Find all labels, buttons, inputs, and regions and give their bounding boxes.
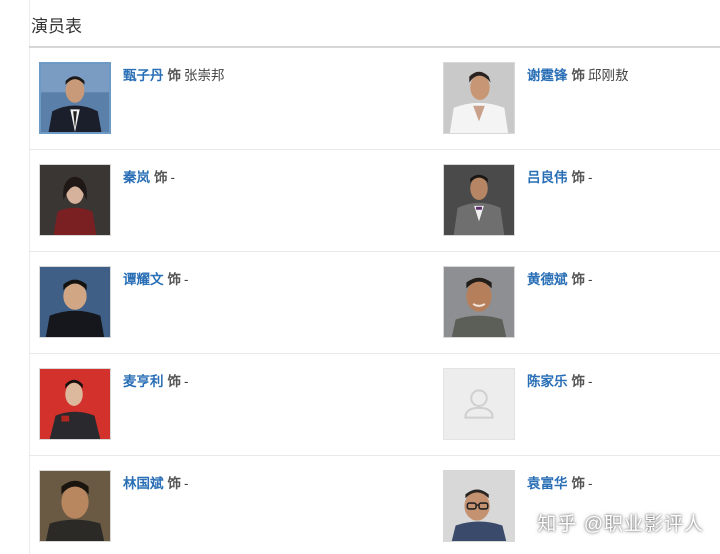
actor-photo[interactable] — [39, 266, 111, 338]
cast-row: 麦亨利饰 - 陈家乐饰 - — [29, 354, 720, 456]
cast-info: 麦亨利饰 - — [123, 370, 189, 390]
role-name: - — [184, 374, 189, 389]
actor-name-link[interactable]: 袁富华 — [527, 476, 568, 491]
man-smiling-portrait-icon — [444, 267, 514, 337]
zhihu-watermark: 知乎 @职业影评人 — [537, 514, 704, 535]
cast-info: 陈家乐饰 - — [527, 370, 593, 390]
as-label: 饰 — [571, 170, 586, 185]
actor-photo[interactable] — [39, 470, 111, 542]
as-label: 饰 — [167, 272, 182, 287]
cast-info: 林国斌饰 - — [123, 472, 189, 492]
actor-name-link[interactable]: 谭耀文 — [123, 272, 164, 287]
actor-photo[interactable] — [443, 368, 515, 440]
actor-photo[interactable] — [39, 368, 111, 440]
role-name: - — [588, 170, 593, 185]
as-label: 饰 — [167, 476, 182, 491]
cast-panel: 演员表 甄子丹饰张崇邦 谢霆锋 饰 邱刚敖 秦岚 饰 - 吕良伟 饰 - 谭耀文… — [0, 0, 720, 554]
as-label: 饰 — [571, 374, 586, 389]
cast-info: 谭耀文饰 - — [123, 268, 189, 288]
cast-info: 袁富华饰 - — [527, 472, 593, 492]
section-title: 演员表 — [31, 17, 82, 36]
role-name: - — [588, 272, 593, 287]
role-name: 张崇邦 — [184, 68, 225, 83]
cast-info: 黄德斌饰 - — [527, 268, 593, 288]
role-name: - — [184, 476, 189, 491]
as-label: 饰 — [571, 68, 586, 83]
as-label: 饰 — [571, 476, 586, 491]
actor-name-link[interactable]: 谢霆锋 — [527, 68, 568, 83]
as-label: 饰 — [154, 170, 168, 185]
placeholder-avatar-icon — [444, 369, 514, 439]
man-glasses-portrait-icon — [444, 471, 514, 541]
actor-name-link[interactable]: 黄德斌 — [527, 272, 568, 287]
cast-row: 甄子丹饰张崇邦 谢霆锋饰邱刚敖 — [29, 48, 720, 150]
man-in-suit-portrait-icon — [41, 64, 109, 132]
actor-photo[interactable] — [443, 164, 515, 236]
cast-info: 谢霆锋饰邱刚敖 — [527, 64, 629, 84]
actor-name-link[interactable]: 秦岚 — [123, 170, 150, 185]
cast-info: 吕良伟饰 - — [527, 166, 593, 186]
role-name: 邱刚敖 — [588, 68, 629, 83]
actor-photo[interactable] — [443, 62, 515, 134]
cast-row: 林国斌饰 - 袁富华饰 - — [29, 456, 720, 554]
woman-red-dress-portrait-icon — [40, 165, 110, 235]
actor-name-link[interactable]: 甄子丹 — [123, 68, 164, 83]
actor-photo[interactable] — [39, 62, 111, 134]
role-name: - — [170, 170, 176, 185]
cast-row: 秦岚饰 - 吕良伟饰 - — [29, 150, 720, 252]
role-name: - — [588, 476, 593, 491]
cast-info: 甄子丹饰张崇邦 — [123, 64, 225, 84]
man-dark-jacket-portrait-icon — [40, 267, 110, 337]
actor-name-link[interactable]: 陈家乐 — [527, 374, 568, 389]
actor-name-link[interactable]: 林国斌 — [123, 476, 164, 491]
actor-photo[interactable] — [443, 470, 515, 542]
man-white-shirt-portrait-icon — [444, 63, 514, 133]
man-grey-suit-portrait-icon — [444, 165, 514, 235]
cast-info: 秦岚饰 - — [123, 166, 175, 186]
role-name: - — [184, 272, 189, 287]
as-label: 饰 — [167, 68, 182, 83]
man-close-up-portrait-icon — [40, 471, 110, 541]
actor-photo[interactable] — [443, 266, 515, 338]
actor-name-link[interactable]: 吕良伟 — [527, 170, 568, 185]
as-label: 饰 — [167, 374, 182, 389]
role-name: - — [588, 374, 593, 389]
as-label: 饰 — [571, 272, 586, 287]
actor-name-link[interactable]: 麦亨利 — [123, 374, 164, 389]
cast-row: 谭耀文饰 - 黄德斌饰 - — [29, 252, 720, 354]
actor-photo[interactable] — [39, 164, 111, 236]
man-red-background-portrait-icon — [40, 369, 110, 439]
